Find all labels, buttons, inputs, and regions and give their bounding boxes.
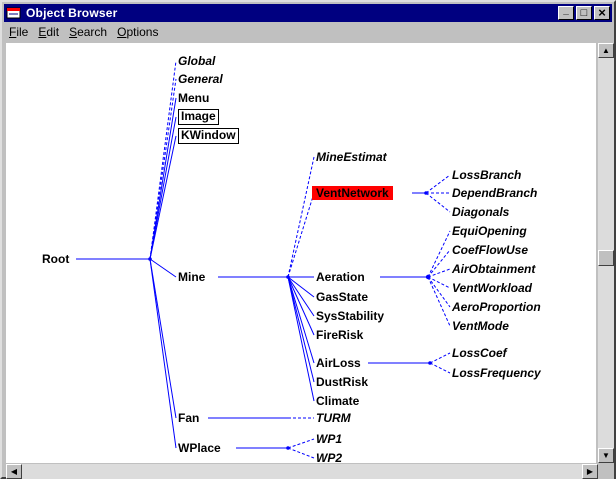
minimize-icon: _ (563, 5, 569, 16)
title-bar[interactable]: Object Browser _ □ × (4, 4, 612, 22)
scroll-up-button[interactable]: ▲ (598, 43, 614, 58)
node-gas-state[interactable]: GasState (316, 290, 368, 304)
node-turm[interactable]: TURM (316, 411, 351, 425)
node-loss-frequency[interactable]: LossFrequency (452, 366, 541, 380)
maximize-button[interactable]: □ (576, 6, 592, 20)
scroll-right-icon: ▶ (586, 467, 594, 476)
node-menu[interactable]: Menu (178, 91, 209, 105)
object-browser-window: Object Browser _ □ × File Edit Search Op… (0, 0, 616, 479)
close-button[interactable]: × (594, 6, 610, 20)
scrollbar-corner (598, 464, 614, 479)
window-title: Object Browser (26, 6, 118, 20)
menu-options[interactable]: Options (112, 25, 163, 39)
node-aero-proportion[interactable]: AeroProportion (452, 300, 541, 314)
node-air-loss[interactable]: AirLoss (316, 356, 361, 370)
node-sys-stability[interactable]: SysStability (316, 309, 384, 323)
node-vent-workload[interactable]: VentWorkload (452, 281, 532, 295)
maximize-icon: □ (580, 7, 588, 19)
tree-canvas[interactable]: Root Global General Menu Image KWindow M… (6, 43, 596, 463)
horizontal-scrollbar[interactable]: ◀ ▶ (6, 464, 598, 479)
node-fan[interactable]: Fan (178, 411, 199, 425)
node-general[interactable]: General (178, 72, 223, 86)
menu-file[interactable]: File (4, 25, 33, 39)
app-icon (6, 6, 22, 20)
node-loss-coef[interactable]: LossCoef (452, 346, 507, 360)
vertical-scrollbar[interactable]: ▲ ▼ (598, 43, 614, 463)
close-icon: × (598, 5, 606, 20)
scroll-right-button[interactable]: ▶ (582, 464, 598, 479)
node-loss-branch[interactable]: LossBranch (452, 168, 521, 182)
node-aeration[interactable]: Aeration (316, 270, 365, 284)
scroll-up-icon: ▲ (602, 46, 610, 55)
scroll-left-icon: ◀ (10, 467, 18, 476)
node-wplace[interactable]: WPlace (178, 441, 221, 455)
menu-bar: File Edit Search Options (4, 23, 612, 41)
node-vent-network-selected[interactable]: VentNetwork (312, 186, 393, 200)
node-wp1[interactable]: WP1 (316, 432, 342, 446)
node-image[interactable]: Image (178, 109, 219, 125)
node-mine-estimat[interactable]: MineEstimat (316, 150, 387, 164)
node-mine[interactable]: Mine (178, 270, 205, 284)
node-root[interactable]: Root (42, 252, 69, 266)
node-kwindow[interactable]: KWindow (178, 128, 239, 144)
scroll-down-button[interactable]: ▼ (598, 448, 614, 463)
node-vent-mode[interactable]: VentMode (452, 319, 509, 333)
node-fire-risk[interactable]: FireRisk (316, 328, 363, 342)
node-climate[interactable]: Climate (316, 394, 359, 408)
node-depend-branch[interactable]: DependBranch (452, 186, 537, 200)
node-dust-risk[interactable]: DustRisk (316, 375, 368, 389)
node-diagonals[interactable]: Diagonals (452, 205, 509, 219)
scroll-left-button[interactable]: ◀ (6, 464, 22, 479)
minimize-button[interactable]: _ (558, 6, 574, 20)
vertical-scroll-thumb[interactable] (598, 250, 614, 266)
node-coef-flow-use[interactable]: CoefFlowUse (452, 243, 528, 257)
menu-search[interactable]: Search (64, 25, 112, 39)
node-equi-opening[interactable]: EquiOpening (452, 224, 527, 238)
node-air-obtainment[interactable]: AirObtainment (452, 262, 535, 276)
scroll-down-icon: ▼ (602, 451, 610, 460)
menu-edit[interactable]: Edit (33, 25, 64, 39)
node-wp2[interactable]: WP2 (316, 451, 342, 463)
node-global[interactable]: Global (178, 54, 215, 68)
